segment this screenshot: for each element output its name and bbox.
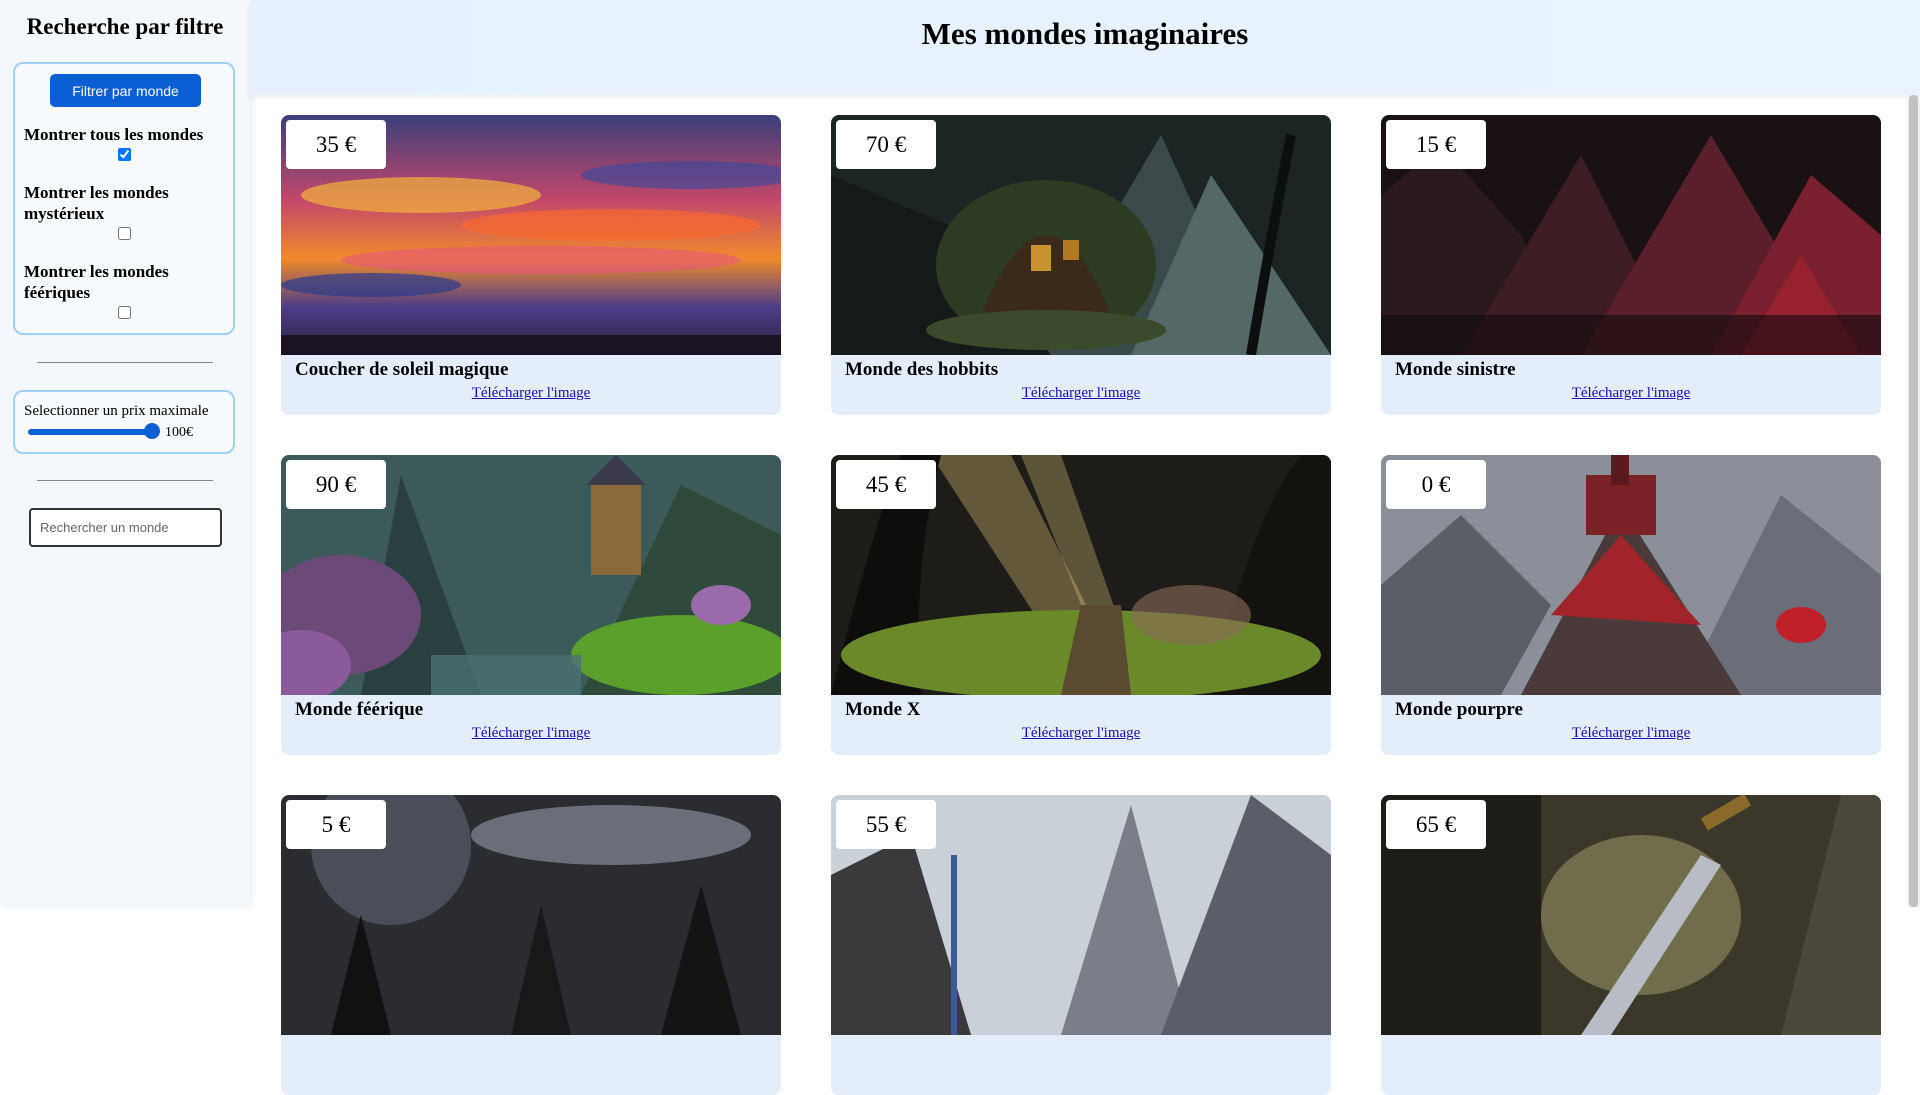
option-fairy-worlds: Montrer les mondes féériques: [24, 261, 224, 319]
price-badge: 55 €: [836, 800, 936, 849]
price-value: 100€: [165, 425, 193, 440]
scrollbar[interactable]: [1907, 95, 1920, 907]
download-image-link[interactable]: Télécharger l'image: [1381, 725, 1881, 742]
price-label: Selectionner un prix maximale: [24, 403, 209, 419]
world-card: 15 € Monde sinistre Télécharger l'image: [1381, 115, 1881, 415]
checkbox-fairy-worlds[interactable]: [117, 306, 131, 319]
world-card: 0 € Monde pourpre Télécharger l'image: [1381, 455, 1881, 755]
card-title: Monde X: [845, 699, 921, 720]
price-badge: 70 €: [836, 120, 936, 169]
card-title: Monde sinistre: [1395, 359, 1516, 380]
price-badge: 45 €: [836, 460, 936, 509]
header: Mes mondes imaginaires: [250, 0, 1920, 95]
world-card: 65 €: [1381, 795, 1881, 1095]
card-title: Monde des hobbits: [845, 359, 999, 380]
price-badge: 65 €: [1386, 800, 1486, 849]
filter-panel: Filtrer par monde Montrer tous les monde…: [13, 62, 235, 335]
search-world-input[interactable]: [29, 508, 222, 547]
option-mysterious-worlds: Montrer les mondes mystérieux: [24, 182, 224, 240]
download-image-link[interactable]: Télécharger l'image: [831, 385, 1331, 402]
option-all-worlds: Montrer tous les mondes: [24, 124, 224, 161]
price-slider-track[interactable]: [28, 429, 153, 435]
sidebar: Recherche par filtre Filtrer par monde M…: [0, 0, 250, 907]
download-image-link[interactable]: Télécharger l'image: [281, 725, 781, 742]
option-fairy-label: Montrer les mondes féériques: [24, 262, 169, 302]
world-card: 5 €: [281, 795, 781, 1095]
option-all-worlds-label: Montrer tous les mondes: [24, 125, 204, 144]
filter-by-world-button[interactable]: Filtrer par monde: [50, 74, 201, 107]
option-mysterious-label: Montrer les mondes mystérieux: [24, 183, 169, 223]
checkbox-all-worlds[interactable]: [117, 148, 131, 161]
page-title: Mes mondes imaginaires: [921, 16, 1249, 51]
price-badge: 5 €: [286, 800, 386, 849]
price-badge: 35 €: [286, 120, 386, 169]
download-image-link[interactable]: Télécharger l'image: [281, 385, 781, 402]
card-title: Monde féérique: [295, 699, 424, 720]
world-card: 35 € Coucher de soleil magique Télécharg…: [281, 115, 781, 415]
price-badge: 0 €: [1386, 460, 1486, 509]
price-slider-thumb[interactable]: [144, 423, 160, 439]
sidebar-title: Recherche par filtre: [26, 14, 224, 39]
price-panel: Selectionner un prix maximale 100€: [13, 390, 235, 454]
scrollbar-thumb[interactable]: [1909, 95, 1918, 907]
world-card: 70 € Monde des hobbits Télécharger l'ima…: [831, 115, 1331, 415]
divider: [37, 480, 213, 481]
divider: [37, 362, 213, 363]
card-title: Coucher de soleil magique: [295, 359, 509, 380]
world-card: 55 €: [831, 795, 1331, 1095]
world-card: 90 € Monde féérique Télécharger l'image: [281, 455, 781, 755]
world-card: 45 € Monde X Télécharger l'image: [831, 455, 1331, 755]
download-image-link[interactable]: Télécharger l'image: [831, 725, 1331, 742]
checkbox-mysterious-worlds[interactable]: [117, 227, 131, 240]
price-badge: 90 €: [286, 460, 386, 509]
card-title: Monde pourpre: [1395, 699, 1523, 720]
price-badge: 15 €: [1386, 120, 1486, 169]
download-image-link[interactable]: Télécharger l'image: [1381, 385, 1881, 402]
